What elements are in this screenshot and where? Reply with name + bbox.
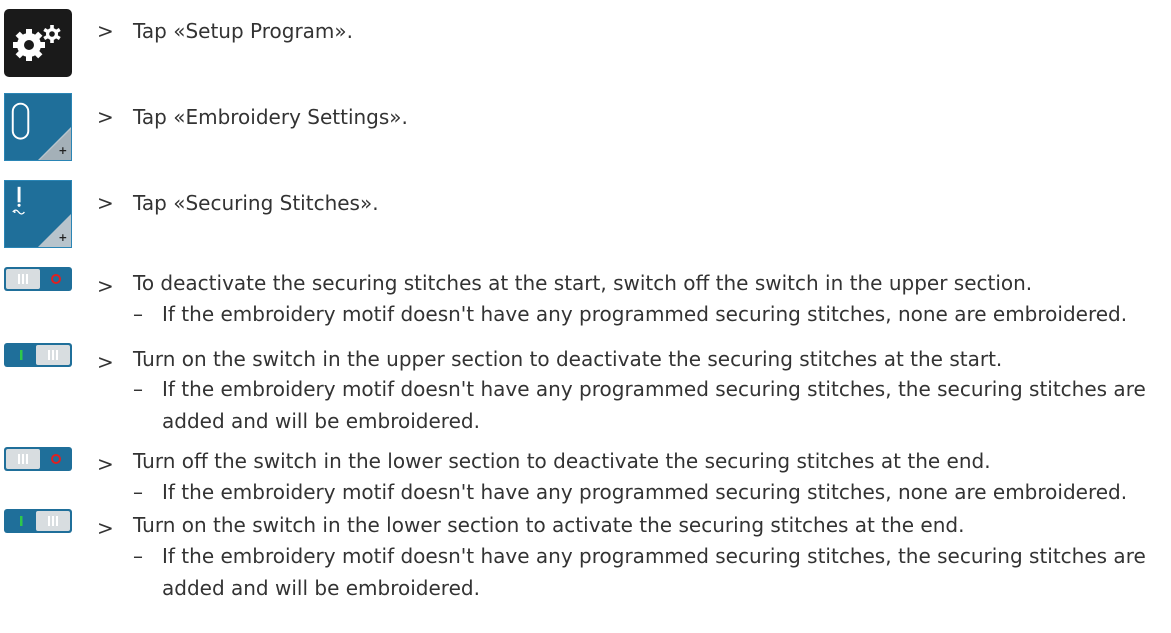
step-4-text: To deactivate the securing stitches at t… (133, 271, 1033, 295)
step-marker: > (97, 274, 114, 298)
step-marker: > (97, 452, 114, 476)
sub-marker: – (133, 544, 143, 568)
toggle-on-icon[interactable] (4, 343, 72, 367)
securing-stitches-icon[interactable]: + (4, 180, 72, 248)
step-2-text: Tap «Embroidery Settings». (133, 105, 408, 129)
sub-marker: – (133, 377, 143, 401)
step-marker: > (97, 19, 114, 43)
step-7-text: Turn on the switch in the lower section … (133, 513, 965, 537)
svg-text:+: + (58, 231, 67, 244)
sub-marker: – (133, 480, 143, 504)
step-marker: > (97, 350, 114, 374)
sub-marker: – (133, 302, 143, 326)
step-5-text: Turn on the switch in the upper section … (133, 347, 1003, 371)
toggle-on-icon[interactable] (4, 509, 72, 533)
toggle-off-icon[interactable] (4, 447, 72, 471)
step-marker: > (97, 191, 114, 215)
step-6-subtext: If the embroidery motif doesn't have any… (162, 480, 1128, 504)
svg-text:+: + (58, 144, 67, 157)
embroidery-settings-icon[interactable]: + (4, 93, 72, 161)
step-1-text: Tap «Setup Program». (133, 19, 353, 43)
toggle-off-icon[interactable] (4, 267, 72, 291)
step-5-subtext: If the embroidery motif doesn't have any… (162, 377, 1146, 433)
step-3-text: Tap «Securing Stitches». (133, 191, 379, 215)
setup-program-icon[interactable] (4, 9, 72, 77)
step-7-subtext: If the embroidery motif doesn't have any… (162, 544, 1146, 600)
step-4-subtext: If the embroidery motif doesn't have any… (162, 302, 1128, 326)
step-6-text: Turn off the switch in the lower section… (133, 449, 991, 473)
step-marker: > (97, 516, 114, 540)
step-marker: > (97, 105, 114, 129)
